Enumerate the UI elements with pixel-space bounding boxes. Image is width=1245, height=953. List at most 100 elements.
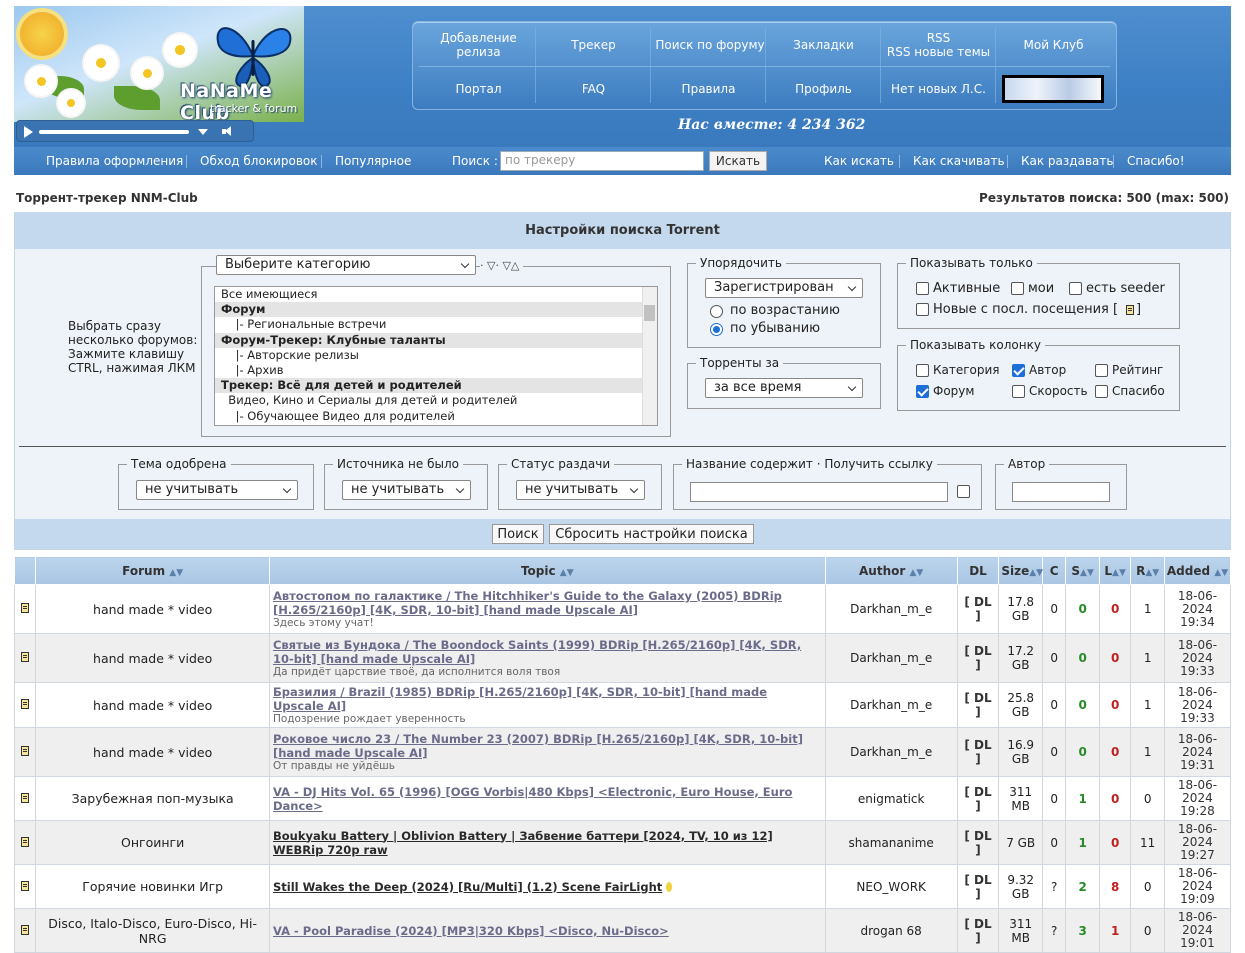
s-column-header[interactable]: S▲▼ [1065, 556, 1100, 585]
nav-faq[interactable]: FAQ [536, 68, 651, 110]
sort-asc-radio[interactable] [710, 305, 723, 318]
nav-profile[interactable]: Профиль [766, 68, 881, 110]
col-forum-checkbox[interactable] [916, 385, 929, 398]
status-select[interactable]: не учитывать [516, 480, 645, 500]
new-since-visit-checkbox[interactable] [916, 303, 929, 316]
download-link[interactable]: [ DL ] [956, 776, 1000, 821]
author-column-header[interactable]: Author ▲▼ [824, 556, 958, 585]
name-link-checkbox[interactable] [957, 485, 970, 498]
mine-checkbox[interactable] [1011, 282, 1024, 295]
chevron-down-icon[interactable] [198, 129, 208, 135]
c-column-header[interactable]: C [1042, 556, 1067, 585]
link-bypass-blocks[interactable]: Обход блокировок [200, 154, 317, 168]
forum-option[interactable]: Все имеющиеся [215, 287, 657, 302]
nav-bookmarks[interactable]: Закладки [766, 24, 881, 66]
reset-settings-button[interactable]: Сбросить настройки поиска [549, 524, 754, 544]
no-source-select[interactable]: не учитывать [342, 480, 471, 500]
forum-cell[interactable]: hand made * video [35, 727, 270, 777]
category-expand-icons[interactable]: · ▽· ▽△ [480, 259, 524, 272]
forum-cell[interactable]: Горячие новинки Игр [35, 864, 270, 909]
topic-link[interactable]: Still Wakes the Deep (2024) [Ru/Multi] (… [273, 880, 662, 894]
forum-option[interactable]: |- Архив [215, 363, 657, 378]
download-link[interactable]: [ DL ] [956, 908, 1000, 953]
nav-rules[interactable]: Правила [651, 68, 766, 110]
topic-link[interactable]: Святые из Бундока / The Boondock Saints … [273, 638, 801, 666]
has-seeder-checkbox[interactable] [1069, 282, 1082, 295]
download-link[interactable]: [ DL ] [956, 633, 1000, 683]
download-link[interactable]: [ DL ] [956, 682, 1000, 728]
scrollbar[interactable] [642, 287, 657, 425]
nav-forum-search[interactable]: Поиск по форуму [651, 24, 769, 66]
author-cell[interactable]: drogan 68 [824, 908, 958, 953]
nav-rss[interactable]: RSS RSS новые темы [881, 24, 996, 66]
forum-cell[interactable]: hand made * video [35, 682, 270, 728]
link-how-to-seed[interactable]: Как раздавать [1021, 154, 1113, 168]
download-link[interactable]: [ DL ] [956, 727, 1000, 777]
scrollbar-thumb[interactable] [644, 305, 655, 321]
download-link[interactable]: [ DL ] [956, 584, 1000, 634]
nav-portal[interactable]: Портал [421, 68, 536, 110]
name-contains-input[interactable] [690, 482, 948, 502]
forum-cell[interactable]: Онгоинги [35, 820, 270, 865]
forum-option[interactable]: |- Региональные встречи [215, 317, 657, 332]
search-input[interactable]: по трекеру [500, 151, 704, 171]
topic-link[interactable]: Автостопом по галактике / The Hitchhiker… [273, 589, 782, 617]
download-link[interactable]: [ DL ] [956, 820, 1000, 865]
forum-cell[interactable]: hand made * video [35, 633, 270, 683]
approved-select[interactable]: не учитывать [136, 480, 298, 500]
author-cell[interactable]: Darkhan_m_e [824, 727, 958, 777]
author-cell[interactable]: enigmatick [824, 776, 958, 821]
nav-add-release[interactable]: Добавление релиза [421, 24, 536, 66]
page-title[interactable]: Торрент-трекер NNM-Club [16, 191, 198, 205]
topic-link[interactable]: Роковое число 23 / The Number 23 (2007) … [273, 732, 803, 760]
volume-icon[interactable] [222, 126, 232, 137]
link-how-to-search[interactable]: Как искать [824, 154, 894, 168]
sort-select[interactable]: Зарегистрирован [705, 278, 863, 298]
get-link[interactable]: · Получить ссылку [813, 457, 933, 471]
topic-link[interactable]: VA - DJ Hits Vol. 65 (1996) [OGG Vorbis|… [273, 785, 792, 813]
link-popular[interactable]: Популярное [335, 154, 411, 168]
forum-cell[interactable]: hand made * video [35, 584, 270, 634]
l-column-header[interactable]: L▲▼ [1098, 556, 1132, 585]
topic-column-header[interactable]: Topic ▲▼ [268, 556, 826, 585]
author-cell[interactable]: Darkhan_m_e [824, 584, 958, 634]
col-author-checkbox[interactable] [1012, 364, 1025, 377]
forum-option[interactable]: |- Авторские релизы [215, 348, 657, 363]
forum-column-header[interactable]: Forum ▲▼ [35, 556, 270, 585]
added-column-header[interactable]: Added ▲▼ [1163, 556, 1232, 585]
forum-group-option[interactable]: Трекер: Всё для детей и родителей [215, 378, 657, 394]
col-thanks-checkbox[interactable] [1095, 385, 1108, 398]
col-rating-checkbox[interactable] [1095, 364, 1108, 377]
nav-tracker[interactable]: Трекер [536, 24, 651, 66]
active-checkbox[interactable] [916, 282, 929, 295]
play-icon[interactable] [24, 126, 33, 138]
nav-my-club[interactable]: Мой Клуб [996, 24, 1111, 66]
forum-group-option[interactable]: Форум [215, 302, 657, 318]
period-select[interactable]: за все время [705, 378, 863, 398]
topic-link[interactable]: VA - Pool Paradise (2024) [MP3|320 Kbps]… [273, 924, 669, 938]
sort-desc-radio[interactable] [710, 323, 723, 336]
link-formatting-rules[interactable]: Правила оформления [46, 154, 183, 168]
download-link[interactable]: [ DL ] [956, 864, 1000, 909]
site-logo[interactable]: NaNaMe Club tracker & forum [14, 6, 304, 122]
author-input[interactable] [1012, 482, 1110, 502]
player-progress-bar[interactable] [39, 130, 189, 134]
forum-group-option[interactable]: Форум-Трекер: Клубные таланты [215, 332, 657, 348]
r-column-header[interactable]: R▲▼ [1130, 556, 1165, 585]
col-speed-checkbox[interactable] [1012, 385, 1025, 398]
search-button[interactable]: Искать [709, 151, 767, 171]
author-cell[interactable]: NEO_WORK [824, 864, 958, 909]
topic-link[interactable]: Бразилия / Brazil (1985) BDRip [H.265/21… [273, 685, 767, 713]
forum-option[interactable]: Видео, Кино и Сериалы для детей и родите… [215, 393, 657, 408]
search-submit-button[interactable]: Поиск [492, 524, 544, 544]
forum-multiselect[interactable]: Все имеющиеся Форум |- Региональные встре… [214, 286, 658, 426]
forum-cell[interactable]: Disco, Italo-Disco, Euro-Disco, Hi-NRG [35, 908, 270, 953]
forum-option[interactable]: |- Обучающее Видео для родителей [215, 409, 657, 424]
size-column-header[interactable]: Size▲▼ [998, 556, 1043, 585]
author-cell[interactable]: shamananime [824, 820, 958, 865]
author-cell[interactable]: Darkhan_m_e [824, 633, 958, 683]
forum-cell[interactable]: Зарубежная поп-музыка [35, 776, 270, 821]
col-category-checkbox[interactable] [916, 364, 929, 377]
user-login-box[interactable] [1002, 75, 1104, 103]
link-how-to-download[interactable]: Как скачивать [913, 154, 1005, 168]
